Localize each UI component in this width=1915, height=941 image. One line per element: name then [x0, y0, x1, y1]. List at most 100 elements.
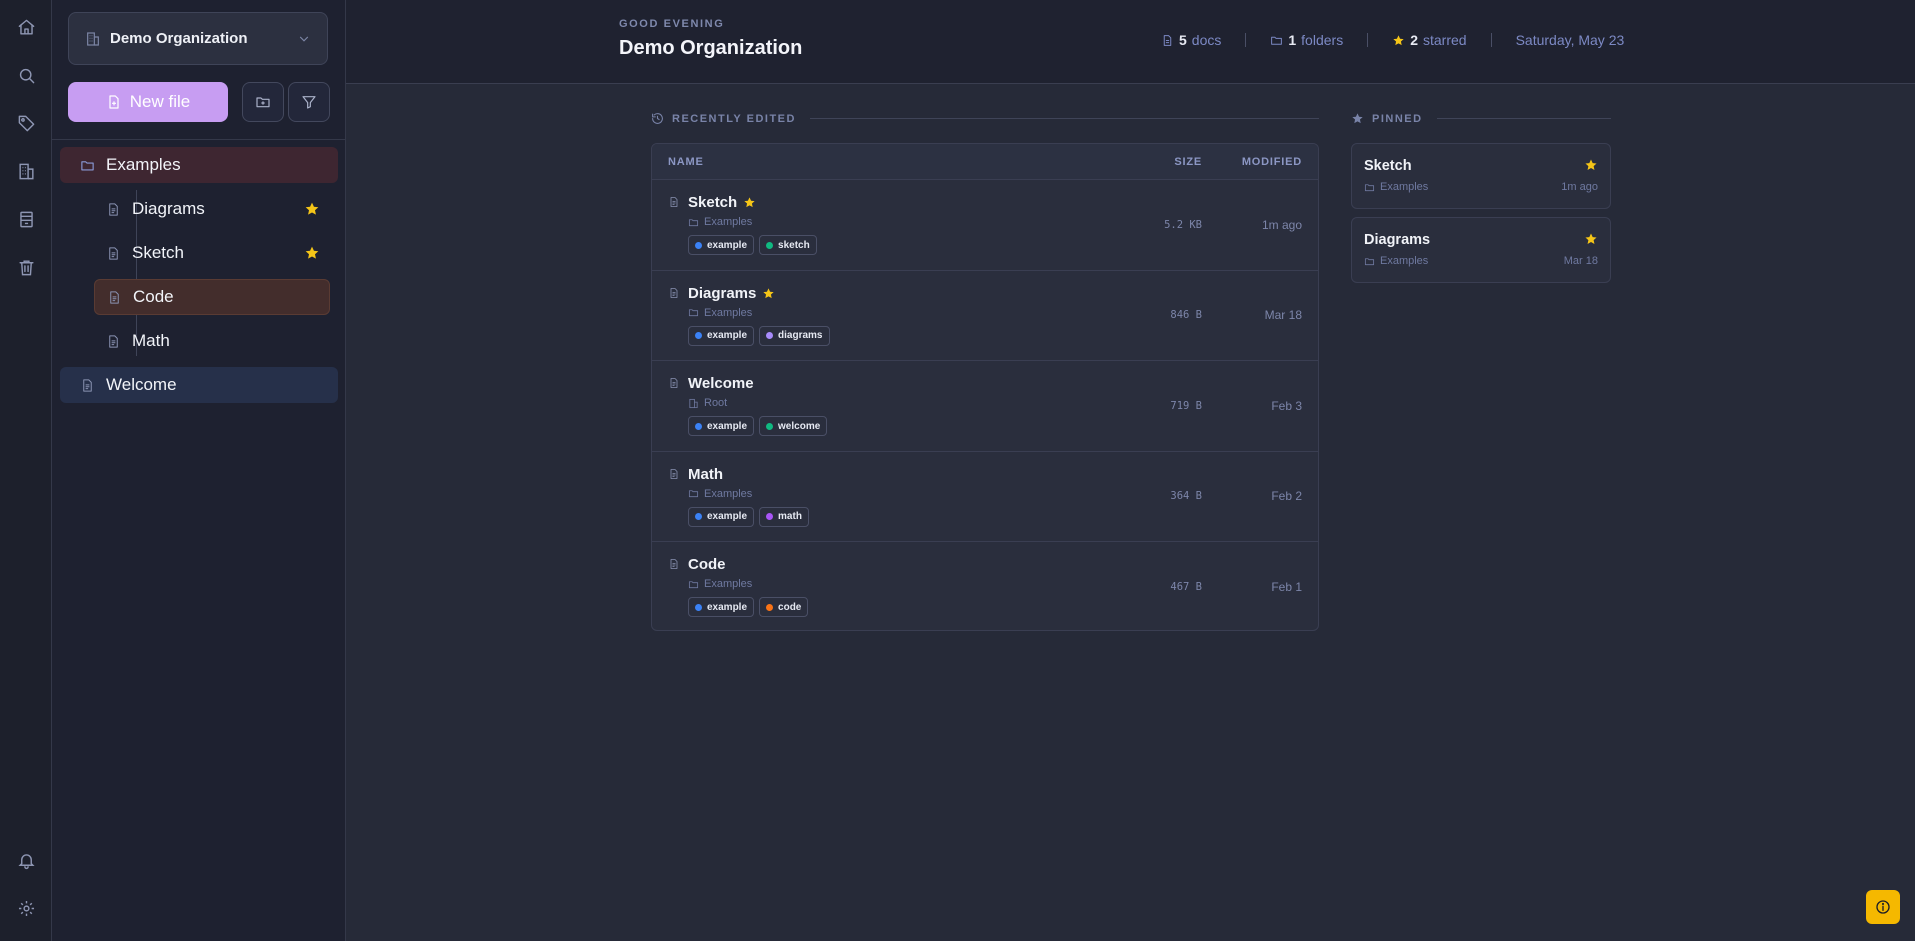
document-title[interactable]: Code: [688, 556, 726, 573]
pinned-card[interactable]: Sketch Examples 1m ago: [1351, 143, 1611, 209]
folder-icon: [688, 217, 704, 228]
tree-folder-examples[interactable]: Examples: [60, 147, 338, 183]
archive-icon[interactable]: [11, 204, 41, 234]
building-icon[interactable]: [11, 156, 41, 186]
tag-color-dot: [695, 603, 702, 611]
filter-button[interactable]: [288, 82, 330, 122]
tag-badge[interactable]: code: [759, 597, 809, 617]
section-rule: [809, 118, 1319, 119]
bell-icon[interactable]: [11, 845, 41, 875]
tag-color-dot: [766, 332, 774, 339]
new-folder-button[interactable]: [242, 82, 284, 122]
tag-label: sketch: [778, 239, 810, 251]
stats-bar: 5 docs 1 folders 2 starred Saturday, May…: [1161, 30, 1624, 50]
tag-label: example: [707, 420, 748, 432]
search-icon[interactable]: [11, 60, 41, 90]
size-cell: 467 B: [1170, 581, 1202, 594]
trash-icon[interactable]: [11, 252, 41, 282]
star-icon: [762, 287, 775, 300]
file-icon: [668, 196, 680, 209]
tag-label: example: [707, 239, 748, 251]
folder-path: Root: [688, 397, 1122, 409]
tag-list: example math: [688, 506, 1122, 527]
icon-rail: [0, 0, 52, 941]
starred-stat: 2 starred: [1392, 32, 1467, 48]
organization-select[interactable]: Demo Organization: [68, 12, 328, 65]
home-icon[interactable]: [11, 12, 41, 42]
stat-divider: [1367, 33, 1369, 47]
tag-badge[interactable]: example: [688, 235, 755, 255]
column-size[interactable]: SIZE: [1122, 156, 1212, 168]
folder-icon: [1364, 182, 1380, 193]
pinned-modified: 1m ago: [1561, 181, 1598, 193]
tag-badge[interactable]: diagrams: [759, 325, 830, 346]
folder-name: Root: [704, 397, 728, 409]
tag-list: example sketch: [688, 235, 1122, 255]
page-title: Demo Organization: [619, 37, 803, 59]
tree-item-diagrams[interactable]: Diagrams: [94, 191, 330, 227]
tree-item-welcome[interactable]: Welcome: [60, 367, 338, 403]
organization-name: Demo Organization: [110, 30, 248, 47]
tree-item-math[interactable]: Math: [94, 323, 330, 359]
recent-heading: RECENTLY EDITED: [672, 112, 796, 125]
tree-item-label: Examples: [106, 155, 181, 174]
tag-label: example: [707, 511, 748, 522]
tag-badge[interactable]: example: [688, 506, 755, 527]
star-icon[interactable]: [1584, 232, 1598, 246]
new-file-button[interactable]: New file: [68, 82, 228, 122]
tag-color-dot: [695, 513, 702, 520]
size-cell: 846 B: [1170, 309, 1202, 322]
folders-stat: 1 folders: [1270, 32, 1343, 48]
folders-count: 1: [1288, 32, 1297, 48]
tag-badge[interactable]: example: [688, 416, 755, 436]
document-title[interactable]: Welcome: [688, 375, 754, 392]
pinned-card[interactable]: Diagrams Examples Mar 18: [1351, 217, 1611, 283]
table-row[interactable]: Code Examples example code 467 B Feb 1: [652, 542, 1318, 630]
table-header: NAME SIZE MODIFIED: [652, 144, 1318, 180]
tag-color-dot: [766, 422, 774, 430]
star-icon: [305, 246, 319, 259]
document-title[interactable]: Sketch: [688, 194, 737, 211]
tag-badge[interactable]: welcome: [759, 416, 828, 436]
table-row[interactable]: Diagrams Examples example diagrams 846 B …: [652, 271, 1318, 361]
info-icon: [1876, 900, 1890, 914]
document-title[interactable]: Diagrams: [688, 285, 756, 302]
star-icon[interactable]: [1584, 158, 1598, 172]
column-name[interactable]: NAME: [652, 156, 1122, 168]
building-icon: [87, 31, 99, 46]
column-modified[interactable]: MODIFIED: [1212, 156, 1318, 168]
folder-icon: [1271, 36, 1283, 45]
tree-item-label: Diagrams: [132, 199, 205, 218]
folder-path: Examples: [688, 307, 1122, 319]
tag-icon[interactable]: [11, 108, 41, 138]
file-sidebar: Demo Organization New file Examples Diag…: [52, 0, 346, 941]
tag-badge[interactable]: sketch: [759, 235, 817, 255]
table-row[interactable]: Math Examples example math 364 B Feb 2: [652, 452, 1318, 542]
tag-badge[interactable]: example: [688, 325, 755, 346]
gear-icon[interactable]: [11, 893, 41, 923]
chevron-down-icon: [299, 36, 309, 42]
table-row[interactable]: Sketch Examples example sketch 5.2 KB 1m …: [652, 180, 1318, 271]
docs-stat: 5 docs: [1161, 32, 1221, 48]
table-row[interactable]: Welcome Root example welcome 719 B Feb 3: [652, 361, 1318, 452]
info-button[interactable]: [1866, 890, 1900, 924]
name-cell: Welcome Root example welcome: [652, 361, 1122, 451]
name-cell: Diagrams Examples example diagrams: [652, 271, 1122, 361]
pinned-title: Sketch: [1364, 158, 1412, 174]
tree-item-label: Welcome: [106, 375, 177, 394]
tag-badge[interactable]: math: [759, 506, 809, 527]
sidebar-divider: [52, 139, 346, 140]
tag-badge[interactable]: example: [688, 597, 755, 617]
pinned-section-header: PINNED: [1351, 112, 1611, 125]
modified-cell: Feb 3: [1271, 398, 1302, 413]
recent-section-header: RECENTLY EDITED: [651, 112, 1319, 125]
folder-name: Examples: [1380, 181, 1429, 193]
table-body: Sketch Examples example sketch 5.2 KB 1m …: [652, 180, 1318, 630]
size-cell: 719 B: [1170, 399, 1202, 412]
folder-name: Examples: [704, 578, 753, 590]
file-icon: [668, 468, 680, 481]
tree-item-code[interactable]: Code: [94, 279, 330, 315]
document-title[interactable]: Math: [688, 466, 723, 483]
starred-count: 2: [1410, 32, 1418, 48]
tree-item-sketch[interactable]: Sketch: [94, 235, 330, 271]
